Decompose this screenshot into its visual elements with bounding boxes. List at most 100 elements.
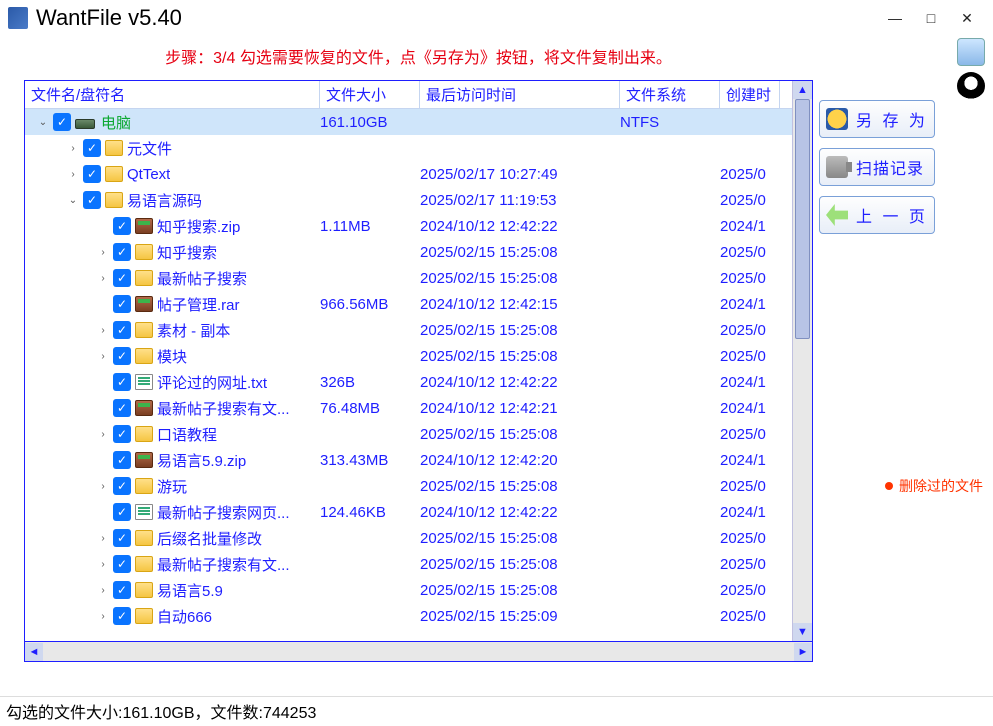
prev-page-label: 上 一 页: [856, 203, 928, 227]
chevron-right-icon[interactable]: ›: [95, 426, 111, 442]
file-name-label: 最新帖子搜索有文...: [157, 554, 290, 575]
tree-row[interactable]: ›✓QtText2025/02/17 10:27:492025/0: [25, 161, 792, 187]
tree-row[interactable]: ›✓素材 - 副本2025/02/15 15:25:082025/0: [25, 317, 792, 343]
file-name-label: 游玩: [157, 476, 187, 497]
tree-row[interactable]: ›✓最新帖子搜索2025/02/15 15:25:082025/0: [25, 265, 792, 291]
status-size: 161.10GB: [122, 705, 194, 722]
file-name-label: 最新帖子搜索有文...: [157, 398, 290, 419]
close-button[interactable]: ✕: [949, 6, 985, 30]
tree-row[interactable]: ›✓最新帖子搜索有文...2025/02/15 15:25:082025/0: [25, 551, 792, 577]
grid-header: 文件名/盘符名 文件大小 最后访问时间 文件系统 创建时: [25, 81, 792, 109]
scroll-left-arrow[interactable]: ◄: [25, 643, 43, 661]
col-name[interactable]: 文件名/盘符名: [25, 81, 320, 108]
status-sep: ，文件数:: [195, 705, 263, 722]
cell-created: 2025/0: [720, 270, 780, 287]
scroll-down-arrow[interactable]: ▼: [793, 623, 812, 641]
col-filesystem[interactable]: 文件系统: [620, 81, 720, 108]
tree-row[interactable]: ›✓后缀名批量修改2025/02/15 15:25:082025/0: [25, 525, 792, 551]
tree-row[interactable]: ›✓知乎搜索2025/02/15 15:25:082025/0: [25, 239, 792, 265]
checkbox[interactable]: ✓: [113, 347, 131, 365]
prev-page-button[interactable]: 上 一 页: [819, 196, 935, 234]
checkbox[interactable]: ✓: [113, 555, 131, 573]
checkbox[interactable]: ✓: [83, 165, 101, 183]
tree-row[interactable]: ›✓元文件: [25, 135, 792, 161]
checkbox[interactable]: ✓: [113, 451, 131, 469]
checkbox[interactable]: ✓: [113, 399, 131, 417]
cell-time: 2025/02/15 15:25:08: [420, 322, 620, 339]
file-name-label: 评论过的网址.txt: [157, 372, 267, 393]
cell-time: 2024/10/12 12:42:22: [420, 218, 620, 235]
tree-row[interactable]: ›✓易语言5.92025/02/15 15:25:082025/0: [25, 577, 792, 603]
minimize-button[interactable]: —: [877, 6, 913, 30]
tree-row[interactable]: ✓最新帖子搜索网页...124.46KB2024/10/12 12:42:222…: [25, 499, 792, 525]
chevron-down-icon[interactable]: ⌄: [35, 114, 51, 130]
scroll-up-arrow[interactable]: ▲: [793, 81, 812, 99]
tree-row[interactable]: ✓易语言5.9.zip313.43MB2024/10/12 12:42:2020…: [25, 447, 792, 473]
file-name-label: 易语言源码: [127, 190, 202, 211]
checkbox[interactable]: ✓: [83, 191, 101, 209]
tree-row[interactable]: ⌄✓电脑161.10GBNTFS: [25, 109, 792, 135]
chevron-right-icon[interactable]: ›: [95, 270, 111, 286]
chevron-right-icon[interactable]: ›: [95, 608, 111, 624]
scroll-right-arrow[interactable]: ►: [794, 643, 812, 661]
tree-row[interactable]: ✓评论过的网址.txt326B2024/10/12 12:42:222024/1: [25, 369, 792, 395]
checkbox[interactable]: ✓: [113, 503, 131, 521]
checkbox[interactable]: ✓: [113, 581, 131, 599]
file-tree[interactable]: ⌄✓电脑161.10GBNTFS›✓元文件›✓QtText2025/02/17 …: [25, 109, 792, 629]
checkbox[interactable]: ✓: [113, 295, 131, 313]
cell-created: 2025/0: [720, 608, 780, 625]
checkbox[interactable]: ✓: [113, 425, 131, 443]
tree-row[interactable]: ›✓口语教程2025/02/15 15:25:082025/0: [25, 421, 792, 447]
folder-icon: [135, 530, 153, 546]
folder-icon: [105, 192, 123, 208]
file-name-label: 知乎搜索: [157, 242, 217, 263]
col-access-time[interactable]: 最后访问时间: [420, 81, 620, 108]
chevron-right-icon[interactable]: ›: [95, 556, 111, 572]
tree-row[interactable]: ✓帖子管理.rar966.56MB2024/10/12 12:42:152024…: [25, 291, 792, 317]
chevron-right-icon[interactable]: ›: [95, 530, 111, 546]
chevron-right-icon[interactable]: ›: [95, 478, 111, 494]
chevron-right-icon[interactable]: ›: [95, 582, 111, 598]
chevron-right-icon[interactable]: ›: [65, 140, 81, 156]
vertical-scrollbar[interactable]: ▲ ▼: [792, 81, 812, 641]
checkbox[interactable]: ✓: [113, 269, 131, 287]
cell-created: 2024/1: [720, 218, 780, 235]
tree-row[interactable]: ✓最新帖子搜索有文...76.48MB2024/10/12 12:42:2120…: [25, 395, 792, 421]
tree-row[interactable]: ✓知乎搜索.zip1.11MB2024/10/12 12:42:222024/1: [25, 213, 792, 239]
checkbox[interactable]: ✓: [113, 373, 131, 391]
folder-icon: [135, 270, 153, 286]
folder-icon: [135, 322, 153, 338]
col-size[interactable]: 文件大小: [320, 81, 420, 108]
qq-icon[interactable]: [957, 72, 985, 100]
cell-size: 313.43MB: [320, 452, 420, 469]
picture-icon[interactable]: [957, 38, 985, 66]
chevron-right-icon[interactable]: ›: [65, 166, 81, 182]
chevron-right-icon[interactable]: ›: [95, 348, 111, 364]
folder-icon: [135, 426, 153, 442]
checkbox[interactable]: ✓: [113, 477, 131, 495]
tree-row[interactable]: ›✓模块2025/02/15 15:25:082025/0: [25, 343, 792, 369]
rar-icon: [135, 218, 153, 234]
checkbox[interactable]: ✓: [83, 139, 101, 157]
cell-time: 2025/02/15 15:25:09: [420, 608, 620, 625]
col-created[interactable]: 创建时: [720, 81, 780, 108]
scroll-thumb[interactable]: [795, 99, 810, 339]
checkbox[interactable]: ✓: [113, 243, 131, 261]
checkbox[interactable]: ✓: [53, 113, 71, 131]
checkbox[interactable]: ✓: [113, 529, 131, 547]
checkbox[interactable]: ✓: [113, 321, 131, 339]
tree-row[interactable]: ›✓游玩2025/02/15 15:25:082025/0: [25, 473, 792, 499]
tree-row[interactable]: ⌄✓易语言源码2025/02/17 11:19:532025/0: [25, 187, 792, 213]
cell-created: 2025/0: [720, 530, 780, 547]
save-as-button[interactable]: 另 存 为: [819, 100, 935, 138]
scan-log-button[interactable]: 扫描记录: [819, 148, 935, 186]
checkbox[interactable]: ✓: [113, 607, 131, 625]
chevron-right-icon[interactable]: ›: [95, 322, 111, 338]
checkbox[interactable]: ✓: [113, 217, 131, 235]
legend-label: 删除过的文件: [899, 476, 983, 496]
horizontal-scrollbar[interactable]: ◄ ►: [24, 642, 813, 662]
tree-row[interactable]: ›✓自动6662025/02/15 15:25:092025/0: [25, 603, 792, 629]
maximize-button[interactable]: □: [913, 6, 949, 30]
chevron-right-icon[interactable]: ›: [95, 244, 111, 260]
chevron-down-icon[interactable]: ⌄: [65, 192, 81, 208]
